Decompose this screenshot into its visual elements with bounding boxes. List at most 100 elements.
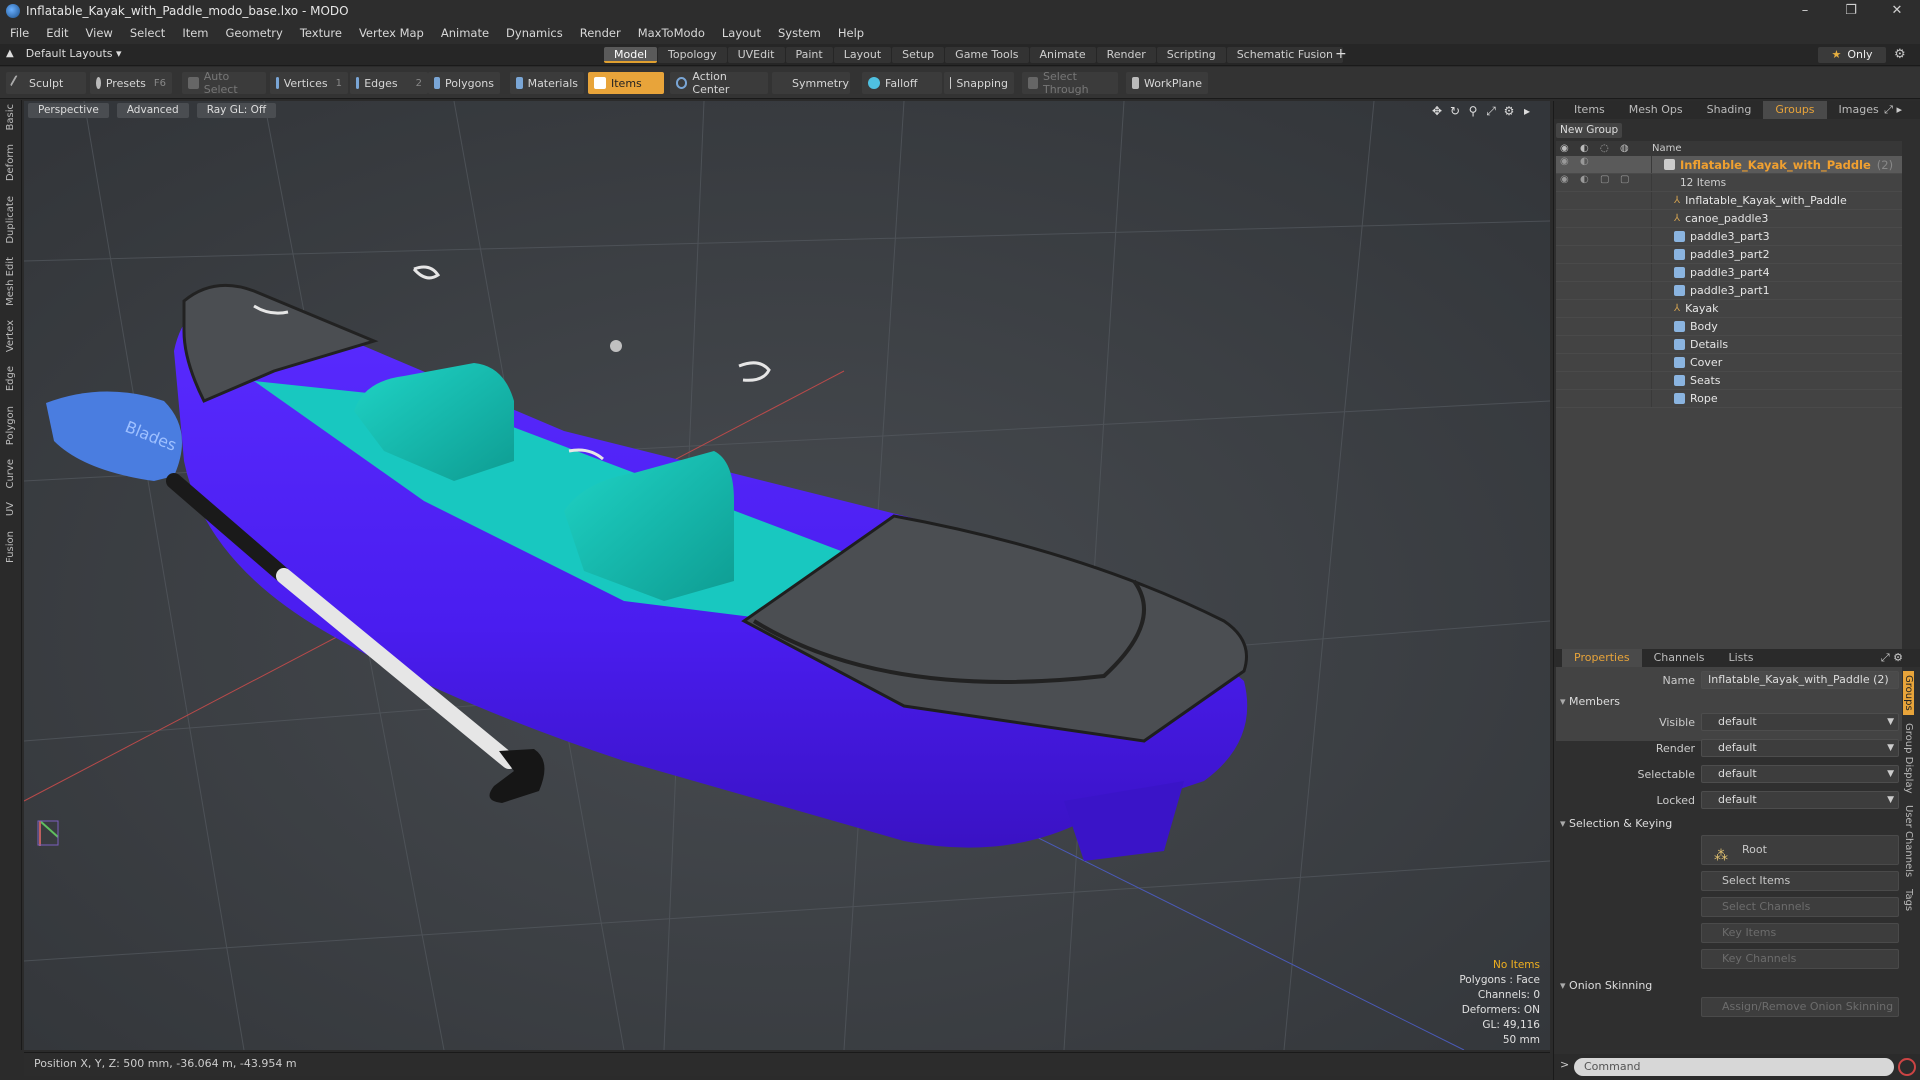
- presets-button[interactable]: Presets F6: [90, 72, 172, 94]
- edges-button[interactable]: Edges 2: [350, 72, 428, 94]
- sculpt-button[interactable]: Sculpt: [6, 72, 86, 94]
- assign-onion-button[interactable]: Assign/Remove Onion Skinning: [1701, 997, 1899, 1017]
- tab-properties[interactable]: Properties: [1562, 649, 1642, 667]
- select-col-icon[interactable]: ◍: [1620, 143, 1640, 154]
- command-history-arrow-icon[interactable]: >: [1560, 1058, 1569, 1071]
- maximize-button[interactable]: ❐: [1828, 0, 1874, 22]
- list-item[interactable]: Body: [1556, 318, 1902, 336]
- materials-button[interactable]: Materials: [510, 72, 584, 94]
- shading-advanced[interactable]: Advanced: [116, 103, 189, 118]
- list-item[interactable]: ⅄ Kayak: [1556, 300, 1902, 318]
- minimize-button[interactable]: –: [1782, 0, 1828, 22]
- list-item[interactable]: Cover: [1556, 354, 1902, 372]
- record-macro-icon[interactable]: [1898, 1058, 1916, 1076]
- tab-shading[interactable]: Shading: [1695, 101, 1764, 119]
- row-eye-icon[interactable]: ◉: [1560, 174, 1580, 191]
- vtab-groups[interactable]: Groups: [1903, 671, 1914, 715]
- menu-render[interactable]: Render: [580, 26, 621, 40]
- menu-view[interactable]: View: [86, 26, 113, 40]
- selectable-select[interactable]: default ▼: [1701, 765, 1899, 783]
- render-icon[interactable]: ◐: [1580, 156, 1600, 173]
- tab-layout[interactable]: Layout: [833, 47, 892, 63]
- root-button[interactable]: ⁂ Root: [1701, 835, 1899, 865]
- lefttab-basic[interactable]: Basic: [5, 100, 16, 134]
- render-select[interactable]: default ▼: [1701, 739, 1899, 757]
- zoom-icon[interactable]: ⚲: [1464, 104, 1482, 119]
- visible-select[interactable]: default ▼: [1701, 713, 1899, 731]
- tab-lists[interactable]: Lists: [1717, 649, 1766, 667]
- lefttab-duplicate[interactable]: Duplicate: [5, 192, 16, 248]
- visibility-col-icon[interactable]: ◉: [1560, 143, 1580, 154]
- list-item[interactable]: ⅄ Inflatable_Kayak_with_Paddle: [1556, 192, 1902, 210]
- name-field[interactable]: Inflatable_Kayak_with_Paddle (2): [1701, 671, 1899, 689]
- menu-edit[interactable]: Edit: [46, 26, 68, 40]
- add-layout-tab-button[interactable]: +: [1335, 46, 1347, 62]
- select-items-button[interactable]: Select Items: [1701, 871, 1899, 891]
- gear-icon[interactable]: ⚙: [1894, 47, 1906, 62]
- row-lock-icon[interactable]: ▢: [1600, 174, 1620, 191]
- tab-model[interactable]: Model: [604, 47, 658, 63]
- row-select-icon[interactable]: ▢: [1620, 174, 1640, 191]
- list-item[interactable]: paddle3_part3: [1556, 228, 1902, 246]
- lefttab-vertex[interactable]: Vertex: [5, 316, 16, 356]
- lock-col-icon[interactable]: ◌: [1600, 143, 1620, 154]
- menu-texture[interactable]: Texture: [300, 26, 342, 40]
- view-mode-perspective[interactable]: Perspective: [28, 103, 109, 118]
- menu-dynamics[interactable]: Dynamics: [506, 26, 563, 40]
- items-button[interactable]: Items: [588, 72, 664, 94]
- menu-layout[interactable]: Layout: [722, 26, 761, 40]
- menu-geometry[interactable]: Geometry: [226, 26, 283, 40]
- list-item[interactable]: paddle3_part4: [1556, 264, 1902, 282]
- list-item[interactable]: Seats: [1556, 372, 1902, 390]
- only-toggle[interactable]: ★ Only: [1818, 47, 1886, 63]
- properties-settings-icon[interactable]: ⤢ ⚙: [1869, 649, 1915, 667]
- menu-maxtomodo[interactable]: MaxToModo: [638, 26, 705, 40]
- tab-render[interactable]: Render: [1096, 47, 1156, 63]
- workplane-button[interactable]: WorkPlane: [1126, 72, 1208, 94]
- lefttab-mesh-edit[interactable]: Mesh Edit: [5, 253, 16, 310]
- snapping-button[interactable]: Snapping: [944, 72, 1014, 94]
- select-through-button[interactable]: Select Through: [1022, 70, 1118, 96]
- tab-schematic-fusion[interactable]: Schematic Fusion: [1226, 47, 1344, 63]
- render-col-icon[interactable]: ◐: [1580, 143, 1600, 154]
- fit-icon[interactable]: ⤢: [1482, 104, 1500, 119]
- tab-groups[interactable]: Groups: [1763, 101, 1827, 119]
- 3d-viewport[interactable]: Blades Perspective Advanced Ray GL: Off …: [24, 101, 1550, 1050]
- list-item[interactable]: Rope: [1556, 390, 1902, 408]
- lefttab-deform[interactable]: Deform: [5, 140, 16, 185]
- tab-uvedit[interactable]: UVEdit: [727, 47, 785, 63]
- group-row[interactable]: ◉ ◐ Inflatable_Kayak_with_Paddle (2): [1556, 156, 1902, 174]
- new-group-button[interactable]: New Group: [1556, 123, 1622, 138]
- tab-items[interactable]: Items: [1562, 101, 1617, 119]
- menu-system[interactable]: System: [778, 26, 821, 40]
- lefttab-edge[interactable]: Edge: [5, 362, 16, 395]
- vtab-tags[interactable]: Tags: [1903, 885, 1914, 915]
- command-input[interactable]: Command: [1574, 1058, 1894, 1076]
- tab-channels[interactable]: Channels: [1642, 649, 1717, 667]
- row-render-icon[interactable]: ◐: [1580, 174, 1600, 191]
- lefttab-uv[interactable]: UV: [5, 498, 16, 520]
- vtab-user-channels[interactable]: User Channels: [1903, 801, 1914, 881]
- onion-skinning-section[interactable]: Onion Skinning: [1560, 979, 1652, 992]
- pan-icon[interactable]: ✥: [1428, 104, 1446, 119]
- lefttab-polygon[interactable]: Polygon: [5, 402, 16, 449]
- auto-select-button[interactable]: Auto Select: [182, 70, 266, 96]
- selection-keying-section[interactable]: Selection & Keying: [1560, 817, 1672, 830]
- menu-animate[interactable]: Animate: [441, 26, 489, 40]
- locked-select[interactable]: default ▼: [1701, 791, 1899, 809]
- collapse-arrow-icon[interactable]: ▲: [6, 48, 14, 59]
- layout-selector[interactable]: ▲ Default Layouts ▾: [6, 47, 122, 60]
- panel-expand-icon[interactable]: ⤢ ▸: [1872, 101, 1914, 119]
- close-button[interactable]: ✕: [1874, 0, 1920, 22]
- raygl-toggle[interactable]: Ray GL: Off: [196, 103, 277, 118]
- viewport-menu-arrow-icon[interactable]: ▸: [1518, 104, 1536, 119]
- vertices-button[interactable]: Vertices 1: [270, 72, 348, 94]
- action-center-button[interactable]: Action Center: [670, 70, 768, 96]
- polygons-button[interactable]: Polygons: [428, 72, 500, 94]
- tab-mesh-ops[interactable]: Mesh Ops: [1617, 101, 1695, 119]
- eye-icon[interactable]: ◉: [1560, 156, 1580, 173]
- menu-file[interactable]: File: [10, 26, 29, 40]
- vtab-group-display[interactable]: Group Display: [1903, 719, 1914, 797]
- menu-item[interactable]: Item: [182, 26, 208, 40]
- members-section[interactable]: Members: [1560, 695, 1620, 708]
